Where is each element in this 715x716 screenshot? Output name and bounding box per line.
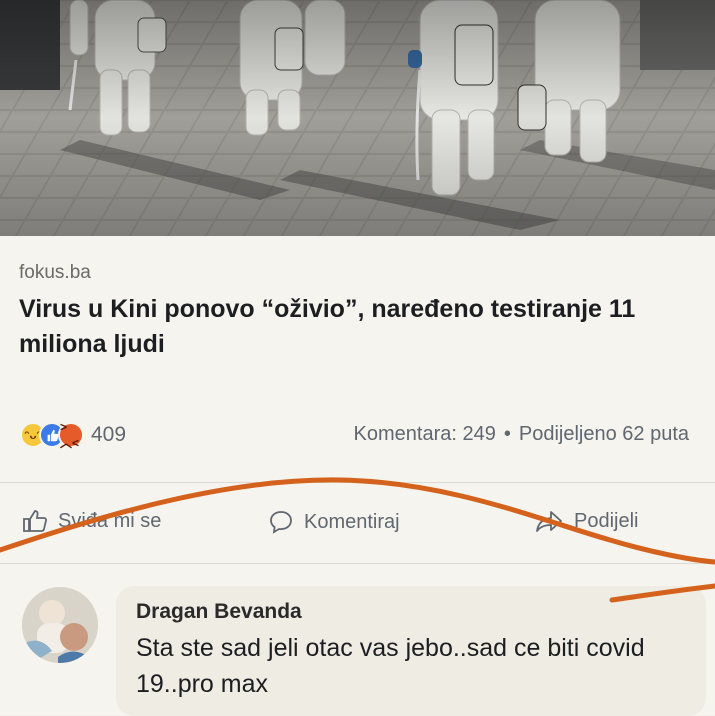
thumbs-up-icon xyxy=(23,510,47,532)
reaction-count: 409 xyxy=(91,423,127,446)
reactions-summary[interactable]: ᵔᴗᵔ >︿< 409 xyxy=(20,420,127,450)
link-preview-card[interactable]: fokus.ba Virus u Kini ponovo “oživio”, n… xyxy=(0,236,715,716)
angry-reaction-icon: >︿< xyxy=(58,420,84,450)
share-count[interactable]: Podijeljeno 62 puta xyxy=(519,423,689,445)
comment-text: Sta ste sad jeli otac vas jebo..sad ce b… xyxy=(136,634,645,698)
comment-button[interactable]: Komentiraj xyxy=(268,509,400,535)
hazmat-workers-image xyxy=(0,0,715,236)
comment-label: Komentiraj xyxy=(304,510,400,533)
post-actions-bar: Sviđa mi se Komentiraj Podijeli xyxy=(0,501,715,551)
avatar[interactable] xyxy=(22,587,98,663)
comment-bubble: Dragan Bevanda Sta ste sad jeli otac vas… xyxy=(116,586,706,716)
like-label: Sviđa mi se xyxy=(58,509,162,532)
stats-separator: • xyxy=(503,423,511,445)
share-arrow-icon xyxy=(536,511,562,532)
post-headline[interactable]: Virus u Kini ponovo “oživio”, naređeno t… xyxy=(19,292,659,362)
speech-bubble-icon xyxy=(270,511,292,534)
divider xyxy=(0,563,715,564)
engagement-stats: Komentara: 249 • Podijeljeno 62 puta xyxy=(354,423,689,446)
divider xyxy=(0,482,715,483)
comment-author[interactable]: Dragan Bevanda xyxy=(136,600,302,624)
comment-count[interactable]: Komentara: 249 xyxy=(354,423,496,445)
post-photo[interactable] xyxy=(0,0,715,236)
comment-item: Dragan Bevanda Sta ste sad jeli otac vas… xyxy=(0,574,715,716)
post-source: fokus.ba xyxy=(19,262,91,283)
share-button[interactable]: Podijeli xyxy=(534,509,638,533)
avatar-photo xyxy=(22,587,98,663)
share-label: Podijeli xyxy=(574,509,639,532)
like-button[interactable]: Sviđa mi se xyxy=(22,509,161,533)
